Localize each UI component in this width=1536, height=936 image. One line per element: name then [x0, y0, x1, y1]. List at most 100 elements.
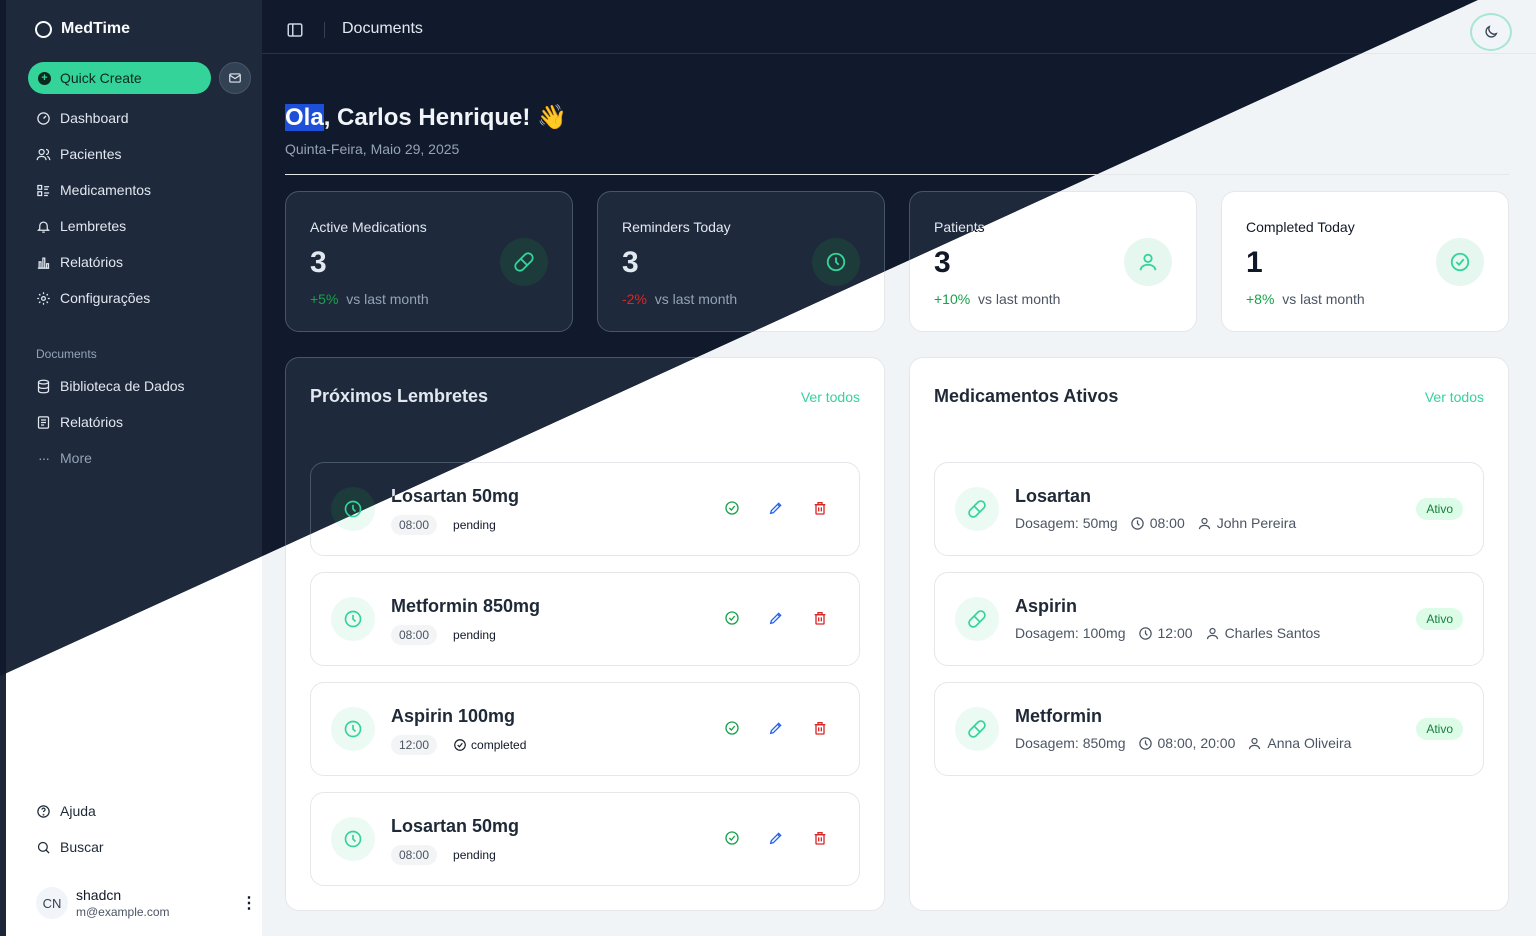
status-badge: Ativo	[1416, 718, 1463, 740]
stat-value: 3	[622, 246, 639, 279]
stat-label: Reminders Today	[622, 219, 731, 235]
stat-trend: -2% vs last month	[622, 291, 737, 307]
medication-name: Losartan	[1015, 486, 1092, 506]
sidebar-item-relatorios[interactable]: Relatórios	[36, 250, 123, 274]
delete-button[interactable]	[811, 719, 829, 737]
app-name: MedTime	[61, 20, 131, 37]
reminder-name: Losartan 50mg	[391, 486, 520, 506]
sidebar-item-lembretes[interactable]: Lembretes	[36, 214, 126, 238]
sidebar-item-medicamentos[interactable]: Medicamentos	[36, 178, 151, 202]
clock-icon	[344, 720, 362, 738]
clock-icon	[1138, 736, 1152, 750]
delete-button[interactable]	[811, 829, 829, 847]
mark-done-button[interactable]	[723, 499, 741, 517]
sidebar-item-pacientes[interactable]: Pacientes	[36, 142, 121, 166]
stat-trend: +10% vs last month	[934, 291, 1060, 307]
reminder-actions	[723, 609, 829, 627]
inbox-button[interactable]	[219, 62, 251, 94]
user-menu-button[interactable]: ⋮	[241, 893, 257, 913]
edit-button[interactable]	[767, 499, 785, 517]
quick-create-button[interactable]: + Quick Create	[28, 62, 211, 94]
mark-done-button[interactable]	[723, 829, 741, 847]
reminder-item[interactable]: Losartan 50mg 08:00 pending	[310, 792, 860, 886]
reminder-status: pending	[453, 628, 496, 642]
greeting-highlight: Ola	[285, 104, 324, 131]
delete-button[interactable]	[811, 499, 829, 517]
pill-icon	[514, 252, 534, 272]
pencil-icon	[769, 832, 782, 845]
stat-trend: +5% vs last month	[310, 291, 429, 307]
pill-icon	[968, 720, 986, 738]
sidebar-item-relatorios-docs[interactable]: Relatórios	[36, 410, 123, 434]
user-icon	[1249, 737, 1261, 749]
sidebar-item-label: Buscar	[60, 839, 104, 855]
check-circle-icon	[725, 501, 739, 515]
trash-icon	[814, 612, 826, 625]
reminder-item[interactable]: Metformin 850mg 08:00 pending	[310, 572, 860, 666]
medication-patient-wrap: Charles Santos	[1205, 625, 1320, 641]
reminder-icon-wrap	[331, 707, 375, 751]
status-badge: Ativo	[1416, 608, 1463, 630]
user-icon	[1198, 517, 1210, 529]
stat-delta: +5%	[310, 291, 339, 307]
stat-value: 1	[1246, 246, 1263, 279]
clock-icon	[344, 610, 362, 628]
mark-done-button[interactable]	[723, 609, 741, 627]
sidebar-item-biblioteca[interactable]: Biblioteca de Dados	[36, 374, 185, 398]
reminder-time: 08:00	[391, 515, 438, 535]
sidebar-item-ajuda[interactable]: Ajuda	[36, 799, 96, 823]
sidebar-item-more[interactable]: ··· More	[36, 446, 92, 470]
reminder-time: 08:00	[391, 845, 438, 865]
dashboard-icon	[37, 111, 50, 125]
theme-toggle-button[interactable]	[1470, 13, 1512, 51]
reminder-status: pending	[453, 848, 496, 862]
medication-times: 08:00, 20:00	[1157, 735, 1236, 751]
topbar: Documents	[262, 6, 1478, 54]
medication-dosage: Dosagem: 100mg	[1015, 625, 1126, 641]
reminder-status-wrap: completed	[453, 738, 526, 752]
medication-item[interactable]: Losartan Dosagem: 50mg 08:00 John Pereir…	[934, 462, 1484, 556]
brand[interactable]: MedTime	[35, 20, 130, 38]
medication-meta: Dosagem: 50mg 08:00 John Pereira	[1015, 515, 1296, 531]
edit-button[interactable]	[767, 829, 785, 847]
stat-delta: -2%	[622, 291, 647, 307]
sidebar-item-dashboard[interactable]: Dashboard	[36, 106, 129, 130]
reminders-see-all-link[interactable]: Ver todos	[801, 389, 860, 405]
sidebar-toggle-button[interactable]	[286, 21, 304, 39]
medication-item[interactable]: Metformin Dosagem: 850mg 08:00, 20:00 An…	[934, 682, 1484, 776]
sidebar-item-buscar[interactable]: Buscar	[36, 835, 104, 859]
report-icon	[37, 415, 50, 429]
check-circle-icon	[725, 831, 739, 845]
stat-trend: +8% vs last month	[1246, 291, 1365, 307]
user-profile[interactable]: CN shadcn m@example.com ⋮	[36, 886, 257, 920]
quick-create-label: Quick Create	[60, 70, 142, 86]
sidebar-item-configuracoes[interactable]: Configurações	[36, 286, 150, 310]
medications-see-all-link[interactable]: Ver todos	[1425, 389, 1484, 405]
mark-done-button[interactable]	[723, 719, 741, 737]
breadcrumb: Documents	[342, 20, 423, 37]
medication-item[interactable]: Aspirin Dosagem: 100mg 12:00 Charles San…	[934, 572, 1484, 666]
medication-icon-wrap	[955, 707, 999, 751]
clock-icon	[344, 830, 362, 848]
status-badge: Ativo	[1416, 498, 1463, 520]
reminder-item[interactable]: Aspirin 100mg 12:00 completed	[310, 682, 860, 776]
reminder-icon-wrap	[331, 817, 375, 861]
reminder-time: 12:00	[391, 735, 438, 755]
user-email: m@example.com	[76, 905, 170, 919]
edit-button[interactable]	[767, 719, 785, 737]
stat-icon-wrap	[500, 238, 548, 286]
stat-label: Completed Today	[1246, 219, 1355, 235]
medication-name: Metformin	[1015, 706, 1102, 726]
delete-button[interactable]	[811, 609, 829, 627]
bar-chart-icon	[37, 257, 50, 269]
check-circle-icon	[1450, 252, 1470, 272]
sidebar-item-label: Relatórios	[60, 414, 124, 430]
reminder-actions	[723, 719, 829, 737]
stat-vs: vs last month	[1282, 291, 1365, 307]
clock-icon	[1130, 516, 1144, 530]
medication-dosage: Dosagem: 50mg	[1015, 515, 1118, 531]
gear-icon	[37, 291, 50, 305]
stat-delta: +8%	[1246, 291, 1275, 307]
reminder-meta: 12:00 completed	[391, 735, 526, 755]
edit-button[interactable]	[767, 609, 785, 627]
